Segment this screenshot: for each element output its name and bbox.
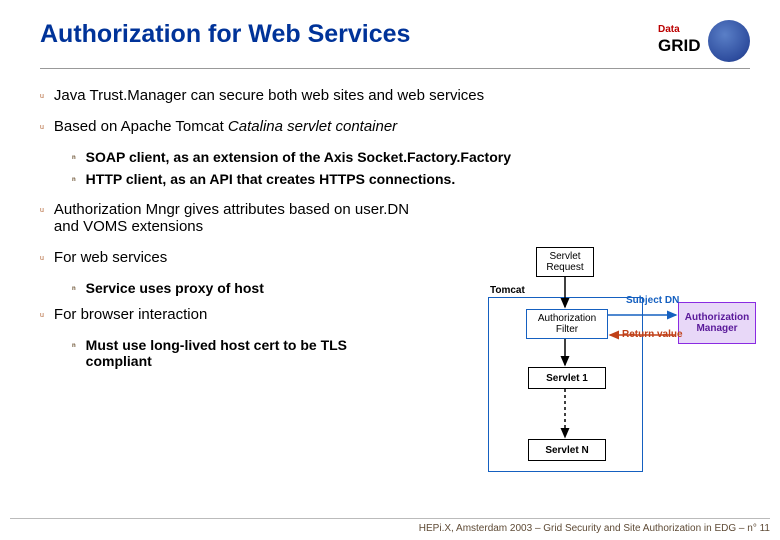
sub-bullet-2a: n SOAP client, as an extension of the Ax… bbox=[72, 149, 750, 165]
logo-main-text: GRID bbox=[658, 36, 701, 56]
label-tomcat: Tomcat bbox=[490, 285, 525, 296]
bullet-text: Authorization Mngr gives attributes base… bbox=[54, 201, 420, 235]
bullet-icon: n bbox=[72, 286, 76, 296]
bullet-text: SOAP client, as an extension of the Axis… bbox=[86, 149, 511, 165]
bullet-text: For browser interaction bbox=[54, 306, 207, 323]
bullet-icon: n bbox=[72, 343, 76, 369]
bullet-icon: u bbox=[40, 255, 44, 266]
bullet-text: Service uses proxy of host bbox=[86, 280, 264, 296]
bullet-icon: n bbox=[72, 155, 76, 165]
slide-header: Authorization for Web Services Data GRID bbox=[40, 20, 750, 69]
bullet-2: u Based on Apache Tomcat Catalina servle… bbox=[40, 118, 750, 135]
sub-bullet-4a: n Service uses proxy of host bbox=[72, 280, 452, 296]
bullet-icon: n bbox=[72, 177, 76, 187]
datagrid-logo: Data GRID bbox=[658, 20, 750, 62]
box-auth-filter: Authorization Filter bbox=[526, 309, 608, 339]
box-servlet-n: Servlet N bbox=[528, 439, 606, 461]
slide-content: u Java Trust.Manager can secure both web… bbox=[40, 87, 750, 369]
slide-footer: HEPi.X, Amsterdam 2003 – Grid Security a… bbox=[10, 518, 770, 534]
bullet-text: HTTP client, as an API that creates HTTP… bbox=[86, 171, 456, 187]
bullet-text: Must use long-lived host cert to be TLS … bbox=[86, 337, 372, 369]
bullet-icon: u bbox=[40, 93, 44, 104]
bullet-icon: u bbox=[40, 207, 44, 235]
bullet-4: u For web services bbox=[40, 249, 420, 266]
bullet-3: u Authorization Mngr gives attributes ba… bbox=[40, 201, 420, 235]
architecture-diagram: Servlet Request Tomcat Authorization Fil… bbox=[438, 247, 758, 477]
label-subject-dn: Subject DN bbox=[626, 295, 679, 306]
box-servlet-request: Servlet Request bbox=[536, 247, 594, 277]
bullet-text: Java Trust.Manager can secure both web s… bbox=[54, 87, 484, 104]
globe-icon bbox=[708, 20, 750, 62]
slide-title: Authorization for Web Services bbox=[40, 20, 410, 49]
bullet-text: Based on Apache Tomcat Catalina servlet … bbox=[54, 118, 397, 135]
bullet-icon: u bbox=[40, 312, 44, 323]
box-auth-manager: Authorization Manager bbox=[678, 302, 756, 344]
bullet-icon: u bbox=[40, 124, 44, 135]
bullet-text: For web services bbox=[54, 249, 167, 266]
label-return-value: Return value bbox=[622, 329, 683, 340]
box-servlet-1: Servlet 1 bbox=[528, 367, 606, 389]
bullet-1: u Java Trust.Manager can secure both web… bbox=[40, 87, 750, 104]
logo-top-text: Data bbox=[658, 24, 680, 35]
sub-bullet-5a: n Must use long-lived host cert to be TL… bbox=[72, 337, 372, 369]
bullet-5: u For browser interaction bbox=[40, 306, 420, 323]
sub-bullet-2b: n HTTP client, as an API that creates HT… bbox=[72, 171, 750, 187]
